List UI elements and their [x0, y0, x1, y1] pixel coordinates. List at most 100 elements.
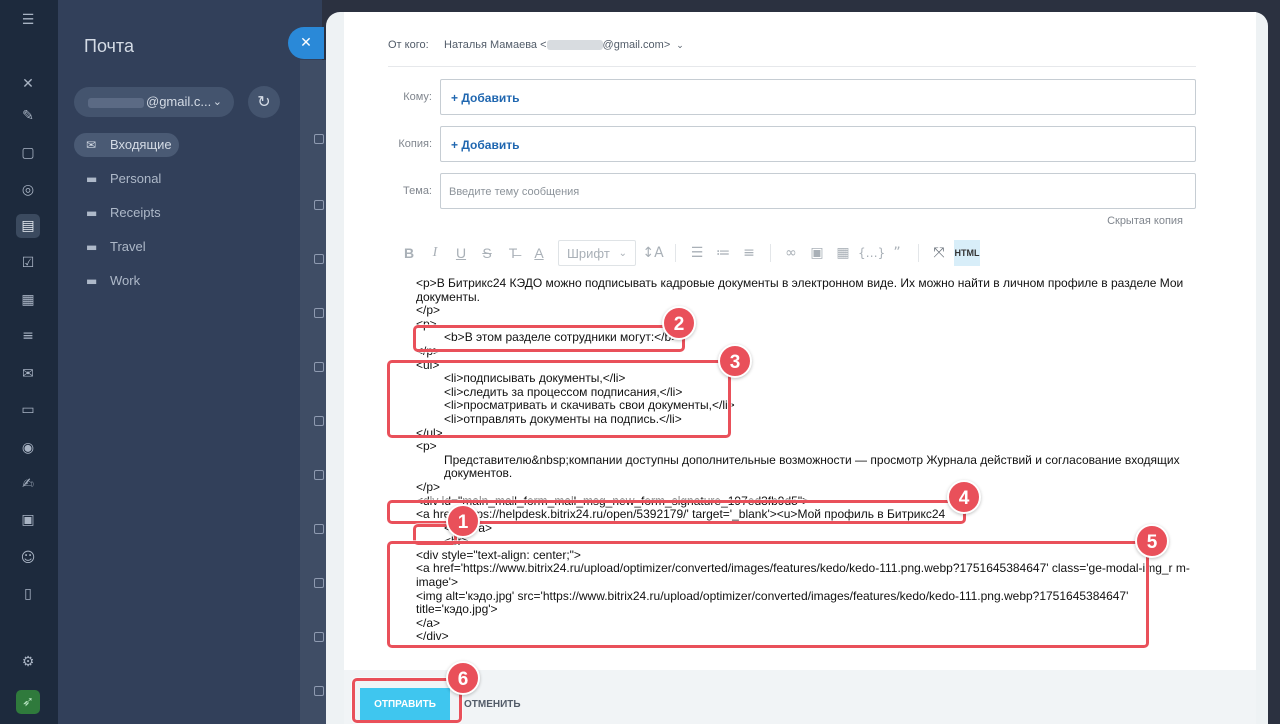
close-slider-button[interactable]: ✕: [288, 27, 324, 59]
quote-icon[interactable]: ”: [886, 240, 908, 266]
crm-icon[interactable]: ◎: [16, 178, 40, 202]
font-select[interactable]: Шрифт ⌄: [558, 240, 636, 266]
toolbar-divider: [918, 244, 919, 262]
fullscreen-icon[interactable]: ⤧: [928, 240, 950, 266]
font-size-icon[interactable]: ↕A: [642, 240, 664, 266]
folder-receipts[interactable]: ▬ Receipts: [74, 201, 214, 225]
font-color-icon[interactable]: A: [528, 240, 550, 266]
bold-icon[interactable]: B: [398, 240, 420, 266]
folder-personal[interactable]: ▬ Personal: [74, 167, 214, 191]
file-icon[interactable]: ▯: [16, 582, 40, 606]
folder-label: Receipts: [110, 205, 161, 220]
tasks-icon[interactable]: ✎: [16, 104, 40, 128]
folder-label: Входящие: [110, 137, 172, 152]
folder-inbox[interactable]: ✉ Входящие: [74, 133, 179, 157]
numbered-list-icon[interactable]: ☰: [686, 240, 708, 266]
code-line: </p>: [416, 303, 441, 318]
row-checkbox[interactable]: [314, 254, 324, 264]
callout-frame-2: [413, 325, 685, 352]
callout-badge-4: 4: [947, 480, 981, 514]
row-checkbox[interactable]: [314, 632, 324, 642]
users-icon[interactable]: ☺: [16, 546, 40, 570]
font-select-label: Шрифт: [567, 246, 610, 261]
account-email: @gmail.c...: [146, 94, 212, 109]
row-checkbox[interactable]: [314, 362, 324, 372]
row-checkbox[interactable]: [314, 686, 324, 696]
html-toggle-button[interactable]: HTML: [954, 240, 980, 266]
folder-work[interactable]: ▬ Work: [74, 269, 214, 293]
folder-travel[interactable]: ▬ Travel: [74, 235, 214, 259]
toolbar-divider: [770, 244, 771, 262]
code-line: <p>В Битрикс24 КЭДО можно подписывать ка…: [416, 276, 1184, 304]
row-checkbox[interactable]: [314, 200, 324, 210]
row-checkbox[interactable]: [314, 416, 324, 426]
close-icon[interactable]: ✕: [16, 72, 40, 96]
subject-label: Тема:: [403, 185, 432, 197]
cc-add-link[interactable]: + Добавить: [451, 138, 519, 152]
from-domain: @gmail.com>: [602, 39, 671, 51]
from-selector[interactable]: Наталья Мамаева < @gmail.com> ⌄: [444, 39, 684, 51]
folder-icon: ▬: [86, 172, 98, 186]
refresh-icon[interactable]: ↻: [248, 86, 280, 118]
italic-icon[interactable]: I: [424, 240, 446, 266]
callout-frame-6: [352, 678, 462, 723]
row-checkbox[interactable]: [314, 578, 324, 588]
storage-icon[interactable]: ▭: [16, 398, 40, 422]
image-icon[interactable]: ▣: [806, 240, 828, 266]
close-icon: ✕: [300, 35, 312, 51]
documents-icon[interactable]: ▤: [16, 214, 40, 238]
mail-icon[interactable]: ✉: [16, 362, 40, 386]
clear-format-icon[interactable]: T̶: [502, 240, 524, 266]
code-line: Представителю&nbsp;компании доступны доп…: [444, 452, 1180, 481]
rocket-icon[interactable]: ➶: [16, 690, 40, 714]
folder-label: Travel: [110, 239, 146, 254]
chat-icon[interactable]: ▢: [16, 141, 40, 165]
calendar-icon[interactable]: ▦: [16, 288, 40, 312]
link-icon[interactable]: ∞: [780, 240, 802, 266]
subject-input[interactable]: [449, 182, 1149, 202]
row-checkbox[interactable]: [314, 524, 324, 534]
menu-icon[interactable]: ☰: [16, 8, 40, 32]
cancel-button[interactable]: ОТМЕНИТЬ: [464, 688, 521, 722]
chevron-down-icon: ⌄: [676, 41, 684, 51]
align-icon[interactable]: ≡: [738, 240, 760, 266]
chevron-down-icon: ⌄: [618, 248, 627, 259]
folder-label: Work: [110, 273, 141, 288]
from-label: От кого:: [388, 39, 429, 51]
bcc-link[interactable]: Скрытая копия: [1107, 215, 1183, 227]
table-icon[interactable]: ▦: [832, 240, 854, 266]
redacted-email: [88, 97, 144, 108]
to-field[interactable]: + Добавить: [440, 79, 1196, 115]
folder-label: Personal: [110, 171, 162, 186]
row-checkbox[interactable]: [314, 308, 324, 318]
account-selector[interactable]: @gmail.c... ⌄: [74, 87, 234, 117]
callout-badge-1: 1: [446, 504, 480, 538]
bulleted-list-icon[interactable]: ≔: [712, 240, 734, 266]
sign-icon[interactable]: ✍: [16, 472, 40, 496]
to-label: Кому:: [403, 91, 432, 103]
to-add-link[interactable]: + Добавить: [451, 91, 519, 105]
target-icon[interactable]: ◉: [16, 436, 40, 460]
settings-icon[interactable]: ⚙: [16, 650, 40, 674]
strikethrough-icon[interactable]: S: [476, 240, 498, 266]
code-icon[interactable]: {…}: [858, 240, 885, 266]
row-checkbox[interactable]: [314, 134, 324, 144]
underline-icon[interactable]: U: [450, 240, 472, 266]
inbox-icon: ✉: [86, 138, 97, 152]
folder-icon: ▬: [86, 206, 98, 220]
callout-badge-3: 3: [718, 344, 752, 378]
checklist-icon[interactable]: ☑: [16, 251, 40, 275]
id-card-icon[interactable]: ▣: [16, 508, 40, 532]
toolbar-divider: [675, 244, 676, 262]
callout-badge-2: 2: [662, 306, 696, 340]
code-line: <p>: [416, 439, 437, 454]
callout-frame-5: [387, 541, 1149, 648]
cc-field[interactable]: + Добавить: [440, 126, 1196, 162]
filter-icon[interactable]: ≡: [16, 324, 40, 348]
redacted-email: [546, 40, 603, 51]
divider: [388, 66, 1196, 67]
chevron-down-icon: ⌄: [212, 95, 222, 108]
mail-panel: Почта @gmail.c... ⌄ ↻ ✉ Входящие ▬ Persona…: [58, 0, 322, 724]
row-checkbox[interactable]: [314, 470, 324, 480]
subject-field[interactable]: [440, 173, 1196, 209]
